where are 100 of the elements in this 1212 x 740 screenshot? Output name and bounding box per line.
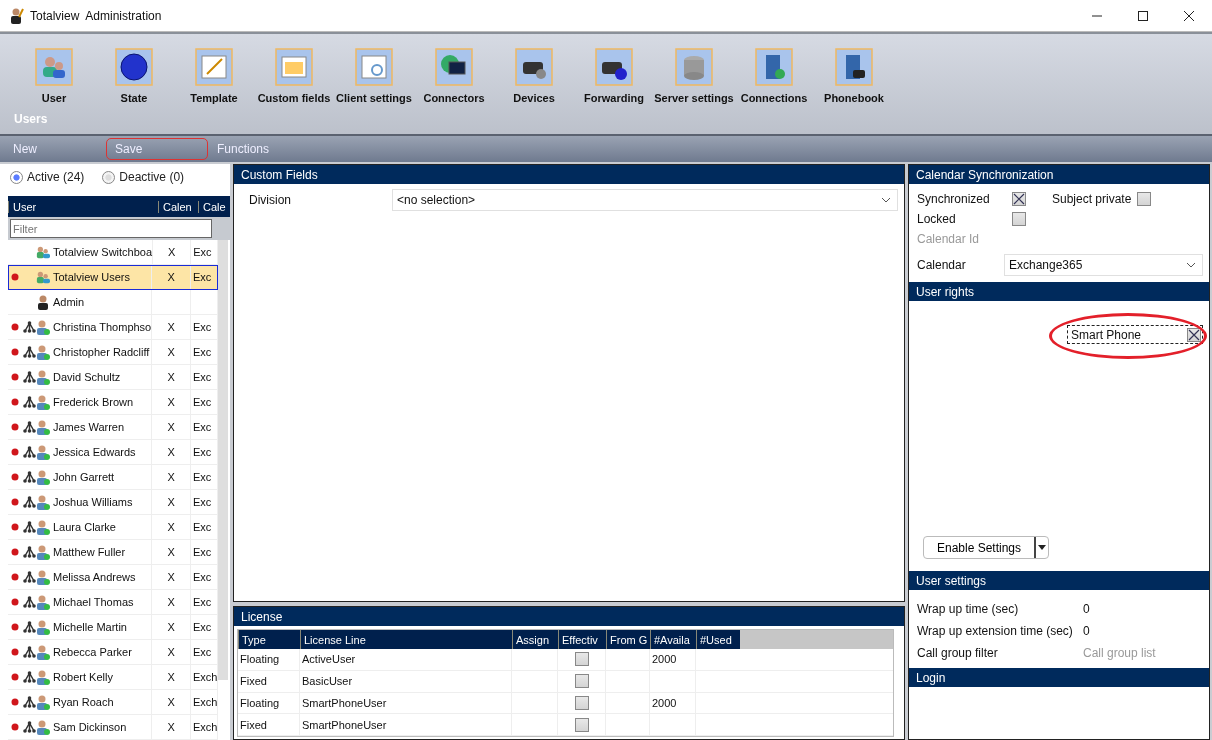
user-icon [36,644,50,660]
user-row[interactable]: John Garrett X Exc [8,465,218,490]
toolbar-icon [675,48,713,86]
checkbox[interactable] [1187,327,1201,342]
checkbox[interactable] [574,652,589,667]
user-row[interactable]: Rebecca Parker X Exc [8,640,218,665]
user-icon [36,344,50,360]
toolbar-button[interactable]: Phonebook [814,48,894,104]
window-title: Totalview Administration [30,8,162,23]
user-row[interactable]: Michelle Martin X Exc [8,615,218,640]
user-row[interactable]: Joshua Williams X Exc [8,490,218,515]
panel-header: Login [909,668,1209,687]
column-header[interactable]: Effectiv [558,630,606,649]
column-header[interactable]: License Line [300,630,512,649]
table-cell: X [153,240,192,264]
table-cell: X [152,390,191,414]
user-row[interactable]: Jessica Edwards X Exc [8,440,218,465]
user-row[interactable]: Laura Clarke X Exc [8,515,218,540]
checkbox[interactable] [1012,212,1026,226]
checkbox[interactable] [1012,192,1026,206]
user-icon [36,519,50,535]
user-row[interactable]: Ryan Roach X Exch [8,690,218,715]
column-header[interactable]: User [8,200,158,213]
toolbar-button[interactable]: Template [174,48,254,104]
user-name: John Garrett [53,471,115,483]
table-cell: ActiveUser [300,649,512,670]
enable-settings-button[interactable]: Enable Settings [923,536,1049,559]
user-icon [36,444,50,460]
user-icon [36,419,50,435]
table-cell: 2000 [650,692,696,714]
column-header[interactable]: Type [238,630,300,649]
user-name: Matthew Fuller [53,546,126,558]
user-row[interactable]: Totalview Users X Exc [8,265,218,290]
user-row[interactable]: Admin [8,290,218,315]
toolbar-button[interactable]: Forwarding [574,48,654,104]
panel-header: Custom Fields [234,165,904,184]
table-cell: X [152,440,191,464]
toolbar-button[interactable]: Server settings [654,48,734,104]
toolbar-icon [355,48,393,86]
user-icon [36,319,50,335]
column-header[interactable]: Assign [512,630,558,649]
toolbar-icon [595,48,633,86]
user-icon [36,494,50,510]
user-row[interactable]: David Schultz X Exc [8,365,218,390]
toolbar-button[interactable]: Custom fields [254,48,334,104]
user-row[interactable]: Robert Kelly X Exch [8,665,218,690]
table-cell: X [152,465,191,489]
user-right-item[interactable]: Smart Phone [1067,325,1203,344]
radio-button[interactable]: Active (24) [10,170,85,184]
checkbox[interactable] [1137,192,1152,206]
user-row[interactable]: Totalview Switchboa X Exc [8,240,218,265]
checkbox[interactable] [574,674,589,689]
radio-button[interactable]: Deactive (0) [102,170,185,184]
table-cell: X [152,315,191,339]
field-label: Synchronized [917,192,991,206]
panel-header: User rights [909,282,1209,301]
field-value: 0 [1083,624,1090,638]
user-row[interactable]: Frederick Brown X Exc [8,390,218,415]
user-icon [36,719,50,735]
column-header[interactable]: Cale [198,200,228,213]
user-row[interactable]: Christina Thomphso X Exc [8,315,218,340]
table-cell: X [152,615,191,639]
panel-header: License [234,607,904,626]
field-label: Call group filter [917,646,999,660]
user-name: Michelle Martin [53,621,127,633]
column-header[interactable]: From G [606,630,650,649]
user-row[interactable]: Christopher Radcliff X Exc [8,340,218,365]
table-cell: X [152,640,191,664]
user-row[interactable]: Melissa Andrews X Exc [8,565,218,590]
scrollbar[interactable] [218,240,228,680]
toolbar-button[interactable]: Client settings [334,48,414,104]
column-header[interactable]: Calen [158,200,198,213]
field-value: 0 [1083,602,1090,616]
user-icon [36,694,50,710]
checkbox[interactable] [574,717,589,732]
user-name: James Warren [53,421,125,433]
calendar-dropdown[interactable]: Exchange365 [1004,254,1203,276]
user-row[interactable]: Michael Thomas X Exc [8,590,218,615]
table-cell: X [152,515,191,539]
column-header[interactable]: #Availa [650,630,696,649]
checkbox[interactable] [574,695,589,710]
toolbar-button[interactable]: State [94,48,174,104]
user-name: Totalview Switchboa [53,246,153,258]
table-cell: X [152,715,191,739]
column-header[interactable]: #Used [696,630,740,649]
user-row[interactable]: James Warren X Exc [8,415,218,440]
user-icon [36,394,50,410]
toolbar-button[interactable]: User [14,48,94,104]
table-cell: BasicUser [300,670,512,692]
filter-field[interactable]: Filter [10,219,212,238]
user-row[interactable]: Sam Dickinson X Exch [8,715,218,740]
user-icon [36,544,50,560]
division-dropdown[interactable]: <no selection> [392,189,898,211]
user-name: David Schultz [53,371,121,383]
panel-header: User settings [909,571,1209,590]
toolbar-icon [755,48,793,86]
toolbar-button[interactable]: Connections [734,48,814,104]
toolbar-button[interactable]: Devices [494,48,574,104]
user-row[interactable]: Matthew Fuller X Exc [8,540,218,565]
toolbar-button[interactable]: Connectors [414,48,494,104]
